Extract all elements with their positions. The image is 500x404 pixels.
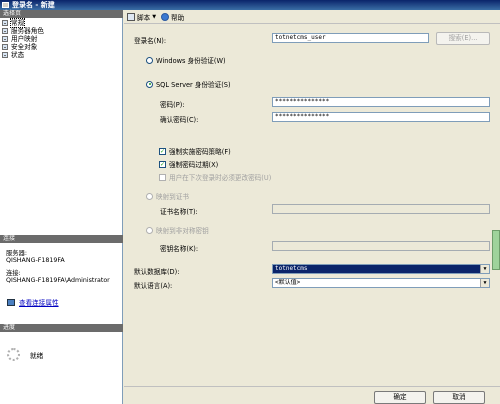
connection-label: 连接: — [6, 270, 21, 277]
chevron-down-icon[interactable]: ▼ — [480, 265, 489, 273]
view-connection-properties[interactable]: 查看连接属性 — [7, 297, 59, 307]
page-item-user-mapping[interactable]: 用户映射 — [2, 35, 44, 43]
dialog-window: 选择页 常规 服务器角色 用户映射 安全对象 状态 连接 服务器: QISHAN… — [0, 10, 500, 404]
properties-icon — [7, 298, 15, 306]
password-label: 密码(P): — [160, 101, 185, 109]
page-icon — [2, 36, 8, 42]
help-icon — [161, 12, 170, 21]
cert-name-label: 证书名称(T): — [160, 208, 198, 216]
confirm-password-label: 确认密码(C): — [160, 116, 199, 124]
server-label: 服务器: — [6, 250, 28, 257]
script-icon — [127, 12, 135, 21]
search-button[interactable]: 搜索(E)... — [436, 32, 490, 45]
chevron-down-icon[interactable]: ▼ — [480, 279, 489, 287]
ok-button[interactable]: 确定 — [374, 391, 426, 404]
sql-auth-radio[interactable]: SQL Server 身份验证(S) — [146, 79, 231, 89]
view-connection-properties-link[interactable]: 查看连接属性 — [19, 297, 59, 307]
chevron-down-icon[interactable]: ▼ — [152, 14, 156, 20]
connection-info: 服务器: QISHANG-F1819FA 连接: QISHANG-F1819FA… — [6, 250, 110, 290]
progress-header: 进度 — [0, 324, 123, 332]
toolbar: 脚本 ▼ 帮助 — [124, 10, 500, 24]
cert-name-input[interactable] — [272, 204, 490, 214]
help-button[interactable]: 帮助 — [161, 12, 184, 22]
title-bar: 登录名 - 新建 — [0, 0, 500, 10]
button-bar: 确定 取消 — [124, 386, 500, 404]
progress-spinner-icon — [7, 348, 20, 361]
page-icon — [2, 44, 8, 50]
page-item-server-roles[interactable]: 服务器角色 — [2, 27, 44, 35]
app-icon — [2, 2, 9, 8]
default-lang-label: 默认语言(A): — [134, 282, 173, 290]
general-form: 登录名(N): totnetcms_user 搜索(E)... Windows … — [124, 24, 500, 386]
left-pane: 选择页 常规 服务器角色 用户映射 安全对象 状态 连接 服务器: QISHAN… — [0, 10, 123, 404]
key-name-input[interactable] — [272, 241, 490, 251]
window-title: 登录名 - 新建 — [12, 1, 55, 9]
progress-area: 就绪 — [7, 348, 43, 361]
script-button[interactable]: 脚本 ▼ — [127, 12, 156, 22]
default-db-select[interactable]: totnetcms ▼ — [272, 264, 490, 274]
enforce-expiry-checkbox[interactable]: ✓ 强制密码过期(X) — [159, 159, 218, 169]
progress-status: 就绪 — [30, 351, 44, 360]
cert-map-radio[interactable]: 映射到证书 — [146, 191, 189, 201]
page-item-general[interactable]: 常规 — [2, 18, 44, 28]
pages-header: 选择页 — [0, 10, 123, 18]
default-lang-select[interactable]: <默认值> ▼ — [272, 278, 490, 288]
must-change-checkbox[interactable]: 用户在下次登录时必须更改密码(U) — [159, 172, 271, 182]
server-value: QISHANG-F1819FA — [6, 257, 65, 264]
key-name-label: 密钥名称(K): — [160, 245, 199, 253]
asym-key-radio[interactable]: 映射到非对称密钥 — [146, 225, 209, 235]
page-list: 常规 服务器角色 用户映射 安全对象 状态 — [2, 18, 44, 59]
connection-header: 连接 — [0, 235, 123, 243]
confirm-password-input[interactable]: *************** — [272, 112, 490, 122]
windows-auth-radio[interactable]: Windows 身份验证(W) — [146, 55, 226, 65]
default-db-label: 默认数据库(D): — [134, 268, 180, 276]
cancel-button[interactable]: 取消 — [433, 391, 485, 404]
page-icon — [2, 28, 8, 34]
connection-value: QISHANG-F1819FA\Administrator — [6, 277, 110, 284]
page-item-status[interactable]: 状态 — [2, 51, 44, 59]
page-icon — [2, 20, 8, 26]
password-input[interactable]: *************** — [272, 97, 490, 107]
page-item-securables[interactable]: 安全对象 — [2, 43, 44, 51]
page-icon — [2, 52, 8, 58]
scrollbar-thumb[interactable] — [492, 230, 500, 270]
enforce-policy-checkbox[interactable]: ✓ 强制实施密码策略(F) — [159, 146, 231, 156]
login-name-input[interactable]: totnetcms_user — [272, 33, 429, 43]
login-name-label: 登录名(N): — [134, 37, 167, 45]
